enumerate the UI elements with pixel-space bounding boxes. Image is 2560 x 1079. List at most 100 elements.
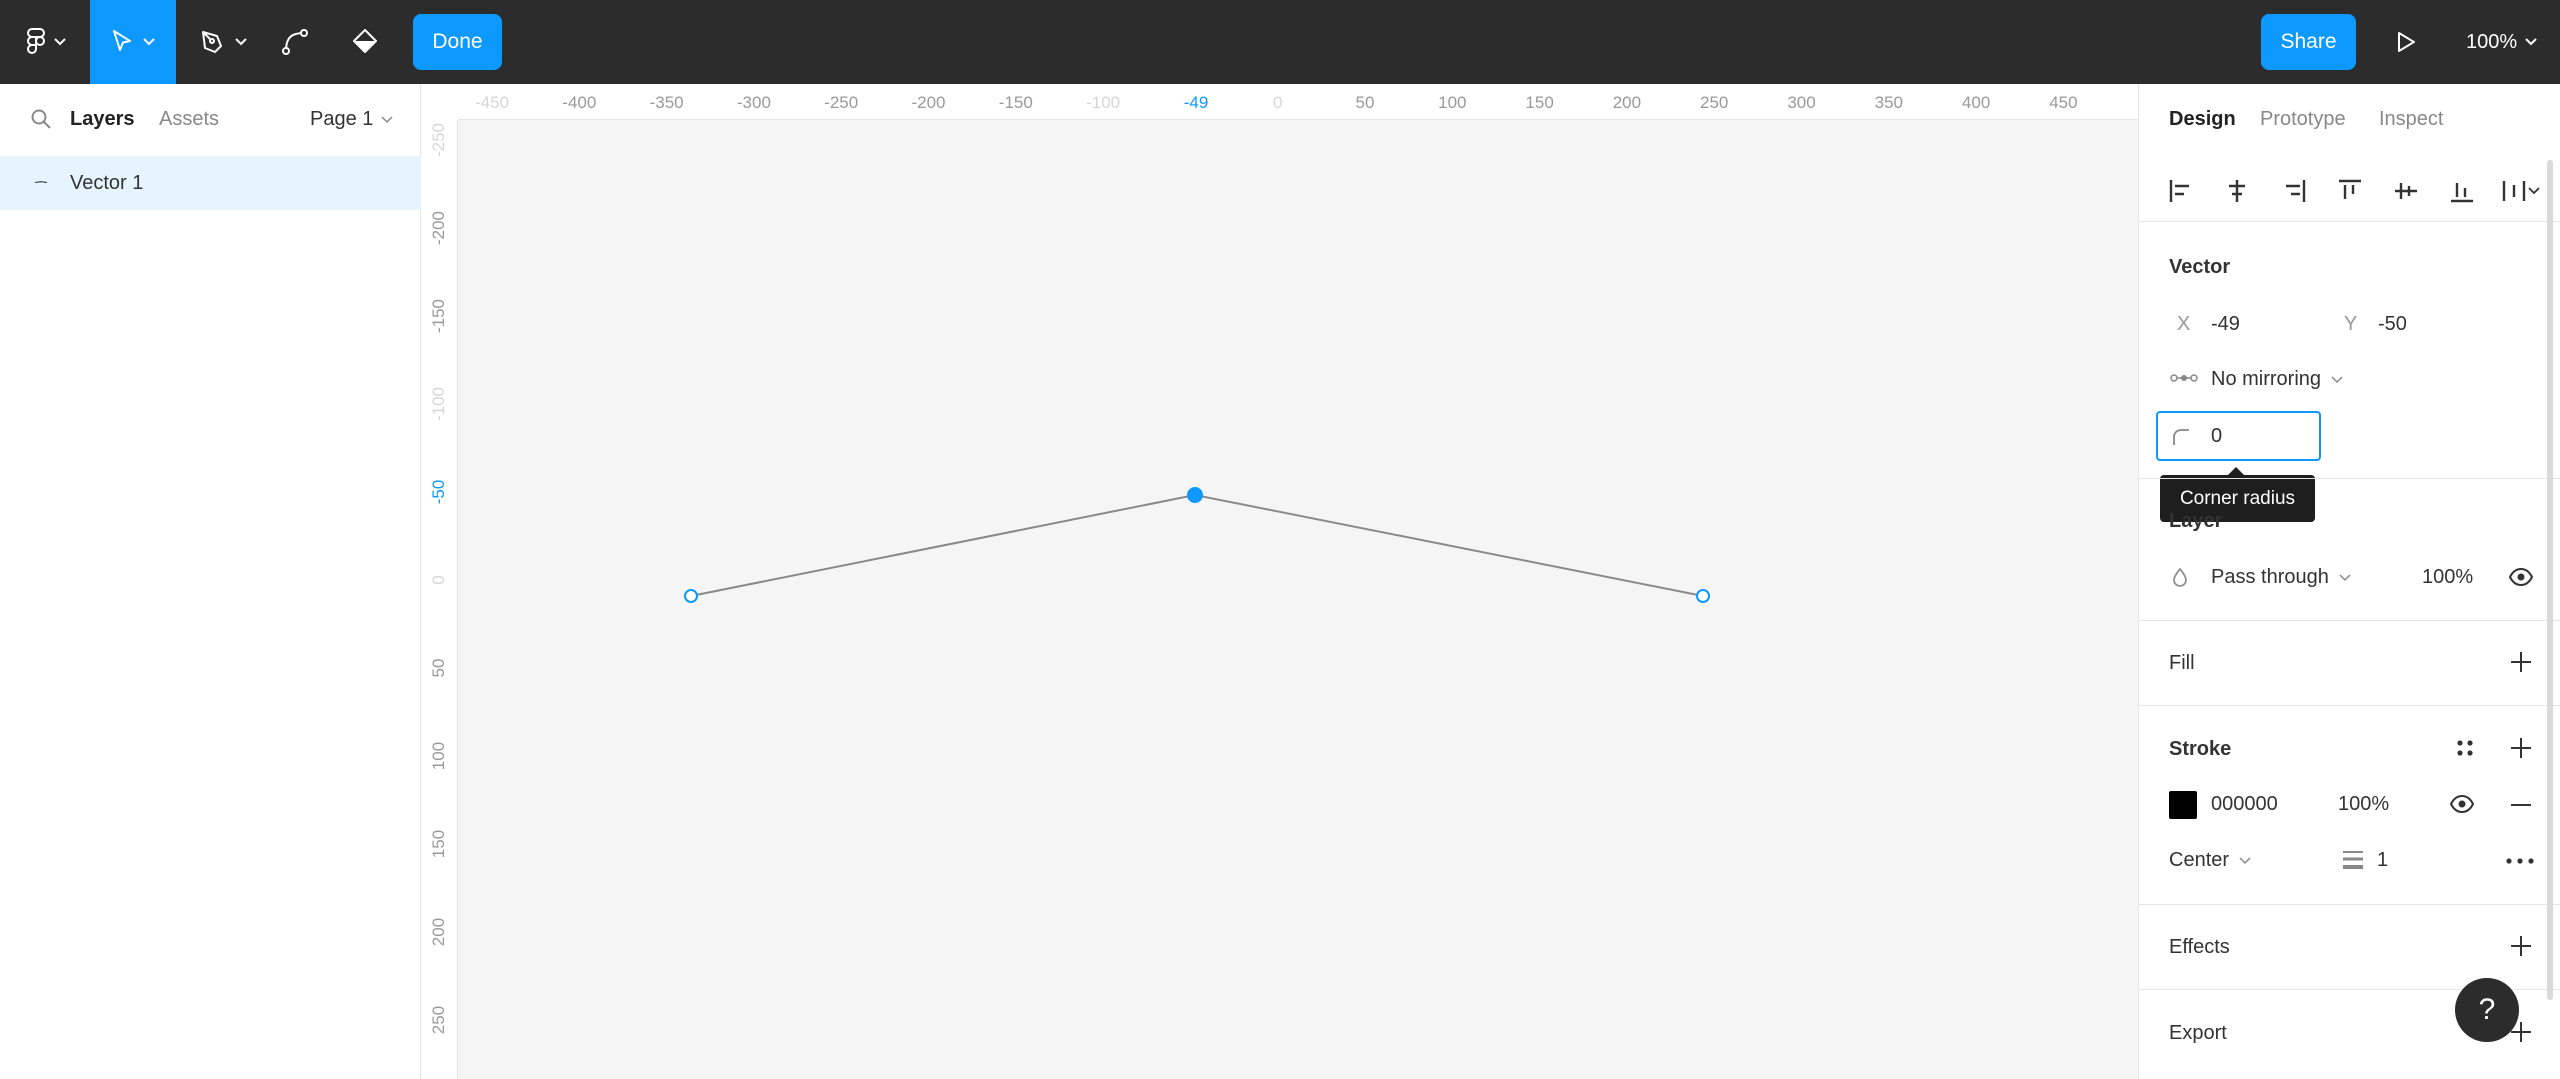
layer-row-vector-1[interactable]: Vector 1 xyxy=(0,156,421,210)
tab-design[interactable]: Design xyxy=(2169,108,2236,131)
ruler-tick-label: 150 xyxy=(429,829,448,859)
x-label: X xyxy=(2177,313,2191,335)
ruler-tick-label: 300 xyxy=(1787,93,1816,112)
right-panel: Design Prototype Inspect Vector X -49 Y … xyxy=(2138,84,2560,1079)
main-menu-button[interactable] xyxy=(18,0,74,84)
vertical-ruler: -250 -200 -150 -100 -50 0 50 100 150 200 250 xyxy=(421,120,458,1079)
vertex-handle-selected[interactable] xyxy=(1187,487,1203,503)
ruler-tick-label: 150 xyxy=(1525,93,1554,112)
play-icon xyxy=(2398,32,2415,52)
layer-section-title: Layer xyxy=(2169,510,2223,532)
layer-opacity-input[interactable]: 100% xyxy=(2422,566,2473,589)
stroke-color-swatch[interactable] xyxy=(2169,791,2197,819)
ruler-tick-label: -150 xyxy=(998,93,1033,112)
design-canvas[interactable] xyxy=(458,120,2138,1079)
present-button[interactable] xyxy=(2386,0,2426,84)
blend-mode-dropdown[interactable]: Pass through xyxy=(2211,566,2351,589)
stroke-color-input[interactable]: 000000 xyxy=(2211,793,2278,816)
vertex-handle-left[interactable] xyxy=(684,589,698,603)
ruler-tick-label: -250 xyxy=(824,93,859,112)
stroke-opacity-input[interactable]: 100% xyxy=(2338,793,2389,816)
mirroring-dropdown[interactable]: No mirroring xyxy=(2211,368,2343,391)
vector-layer-icon xyxy=(34,181,48,184)
ruler-tick-label: 250 xyxy=(429,1005,448,1035)
bend-tool-button[interactable] xyxy=(270,0,320,84)
pen-tool-button[interactable] xyxy=(193,0,253,84)
blend-mode-icon xyxy=(2173,567,2187,587)
ruler-tick-label: -150 xyxy=(429,298,448,334)
alignment-toolbar xyxy=(2139,154,2560,222)
ruler-tick-label: 350 xyxy=(1874,93,1903,112)
paint-bucket-button[interactable] xyxy=(340,0,390,84)
eye-icon[interactable] xyxy=(2450,795,2474,813)
right-panel-scrollbar[interactable] xyxy=(2547,160,2553,1000)
search-icon[interactable] xyxy=(30,108,52,130)
ruler-tick-label: 50 xyxy=(429,658,448,678)
cursor-arrow-icon xyxy=(113,30,131,51)
more-options-icon[interactable] xyxy=(2506,858,2534,864)
vector-section-title: Vector xyxy=(2169,256,2231,278)
tab-inspect[interactable]: Inspect xyxy=(2379,108,2443,131)
ruler-tick-label: 450 xyxy=(2049,93,2078,112)
ruler-tick-label: -350 xyxy=(649,93,684,112)
distribute-icon[interactable] xyxy=(2501,178,2541,204)
add-fill-plus-icon[interactable] xyxy=(2509,650,2533,674)
x-input[interactable]: -49 xyxy=(2211,313,2240,336)
stroke-position-dropdown[interactable]: Center xyxy=(2169,849,2251,872)
ruler-tick-label: -50 xyxy=(429,479,448,505)
add-stroke-plus-icon[interactable] xyxy=(2509,736,2533,760)
ruler-tick-label: 100 xyxy=(1438,93,1467,112)
remove-stroke-minus-icon[interactable] xyxy=(2510,803,2532,807)
vertex-handle-right[interactable] xyxy=(1696,589,1710,603)
effects-section-title: Effects xyxy=(2169,936,2230,958)
done-button[interactable]: Done xyxy=(413,14,502,70)
ruler-tick-label: 200 xyxy=(1612,93,1642,112)
ruler-corner xyxy=(421,84,458,120)
chevron-down-icon xyxy=(2239,856,2251,864)
eye-icon[interactable] xyxy=(2509,568,2533,586)
stroke-weight-input[interactable]: 1 xyxy=(2377,849,2388,872)
corner-radius-value: 0 xyxy=(2211,425,2223,447)
chevron-down-icon xyxy=(2339,573,2351,581)
page-selector[interactable]: Page 1 xyxy=(310,108,393,131)
share-button[interactable]: Share xyxy=(2261,14,2356,70)
add-effect-plus-icon[interactable] xyxy=(2509,934,2533,958)
vector-1-shape[interactable] xyxy=(458,120,2138,1079)
chevron-down-icon xyxy=(2331,375,2343,383)
stroke-weight-icon xyxy=(2343,851,2363,869)
align-left-icon[interactable] xyxy=(2168,178,2194,204)
section-divider xyxy=(2139,705,2560,706)
chevron-down-icon xyxy=(2525,38,2537,46)
chevron-down-icon xyxy=(235,38,247,46)
ruler-tick-label: -250 xyxy=(429,122,448,158)
tab-layers[interactable]: Layers xyxy=(70,108,135,131)
page-name: Page 1 xyxy=(310,108,374,130)
align-right-icon[interactable] xyxy=(2281,178,2307,204)
ruler-tick-label: 0 xyxy=(429,575,448,585)
section-divider xyxy=(2139,478,2560,479)
y-label: Y xyxy=(2344,313,2358,335)
tab-prototype[interactable]: Prototype xyxy=(2260,108,2346,131)
vector-path[interactable] xyxy=(690,493,1704,597)
align-top-icon[interactable] xyxy=(2337,178,2363,204)
zoom-dropdown[interactable]: 100% xyxy=(2466,0,2537,84)
style-grid-icon[interactable] xyxy=(2454,737,2476,759)
help-button[interactable]: ? xyxy=(2455,978,2519,1042)
ruler-tick-label: 250 xyxy=(1700,93,1729,112)
y-input[interactable]: -50 xyxy=(2378,313,2407,336)
chevron-down-icon xyxy=(143,38,155,46)
ruler-tick-label: 50 xyxy=(1355,93,1375,112)
tab-assets[interactable]: Assets xyxy=(159,108,219,131)
section-divider xyxy=(2139,620,2560,621)
corner-radius-input[interactable]: 0 xyxy=(2156,411,2321,461)
ruler-tick-label: -49 xyxy=(1183,93,1209,112)
layer-name: Vector 1 xyxy=(70,172,144,194)
ruler-tick-label: 400 xyxy=(1961,93,1991,112)
align-bottom-icon[interactable] xyxy=(2449,178,2475,204)
ruler-tick-label: -300 xyxy=(736,93,771,112)
corner-radius-icon xyxy=(2173,429,2189,445)
ruler-tick-label: -100 xyxy=(429,386,448,422)
move-tool-button[interactable] xyxy=(90,0,176,84)
align-horizontal-center-icon[interactable] xyxy=(2224,178,2250,204)
align-vertical-center-icon[interactable] xyxy=(2393,178,2419,204)
